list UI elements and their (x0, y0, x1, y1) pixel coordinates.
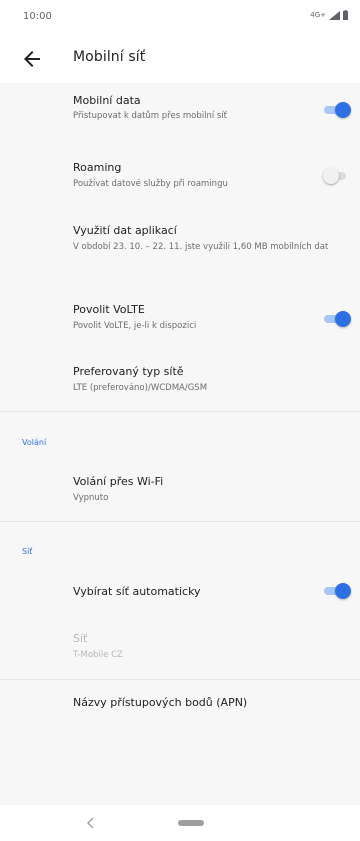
section-header-calls: Volání (22, 438, 47, 447)
setting-title: Preferovaný typ sítě (73, 365, 184, 378)
divider (0, 521, 360, 522)
setting-title: Volání přes Wi-Fi (73, 475, 164, 488)
setting-subtitle: Přistupovat k datům přes mobilní síť (73, 111, 228, 121)
setting-title: Síť (73, 632, 88, 645)
setting-apn[interactable]: Názvy přístupových bodů (APN) (0, 680, 360, 728)
setting-roaming[interactable]: Roaming Používat datové služby při roami… (0, 149, 360, 211)
divider (0, 411, 360, 412)
setting-title: Povolit VoLTE (73, 303, 145, 316)
setting-title: Roaming (73, 161, 122, 174)
setting-app-data-usage[interactable]: Využití dat aplikací V období 23. 10. – … (0, 211, 360, 289)
volte-toggle[interactable] (321, 309, 351, 329)
signal-icon (329, 10, 340, 20)
section-header-network: Síť (22, 547, 33, 556)
setting-mobile-data[interactable]: Mobilní data Přistupovat k datům přes mo… (0, 83, 360, 149)
setting-volte[interactable]: Povolit VoLTE Povolit VoLTE, je-li k dis… (0, 289, 360, 351)
battery-icon (343, 10, 348, 20)
setting-subtitle: Vypnuto (73, 493, 109, 503)
settings-list: Mobilní data Přistupovat k datům přes mo… (0, 83, 360, 805)
setting-title: Mobilní data (73, 94, 141, 107)
page-title: Mobilní síť (73, 49, 146, 65)
setting-title: Využití dat aplikací (73, 224, 177, 237)
nav-home-pill-icon[interactable] (178, 820, 204, 826)
setting-subtitle: V období 23. 10. – 22. 11. jste využili … (73, 242, 329, 252)
setting-subtitle: LTE (preferováno)/WCDMA/GSM (73, 383, 208, 393)
setting-title: Vybírat síť automaticky (73, 585, 201, 598)
status-time: 10:00 (23, 11, 52, 22)
nav-back-icon[interactable] (84, 816, 98, 830)
setting-network: Síť T-Mobile CZ (0, 617, 360, 679)
setting-subtitle: T-Mobile CZ (73, 650, 123, 660)
status-bar: 10:00 4G+ (0, 0, 360, 34)
app-bar: Mobilní síť (0, 34, 360, 83)
setting-preferred-network[interactable]: Preferovaný typ sítě LTE (preferováno)/W… (0, 351, 360, 411)
setting-subtitle: Povolit VoLTE, je-li k dispozici (73, 321, 197, 331)
setting-auto-select-network[interactable]: Vybírat síť automaticky (0, 569, 360, 617)
status-icons: 4G+ (310, 10, 348, 20)
roaming-toggle[interactable] (321, 166, 351, 186)
navigation-bar (0, 805, 360, 841)
auto-select-network-toggle[interactable] (321, 581, 351, 601)
mobile-data-toggle[interactable] (321, 100, 351, 120)
arrow-left-icon[interactable] (20, 47, 44, 71)
setting-title: Názvy přístupových bodů (APN) (73, 696, 248, 709)
setting-subtitle: Používat datové služby při roamingu (73, 179, 228, 189)
setting-wifi-calling[interactable]: Volání přes Wi-Fi Vypnuto (0, 461, 360, 521)
network-type-label: 4G+ (310, 11, 326, 19)
